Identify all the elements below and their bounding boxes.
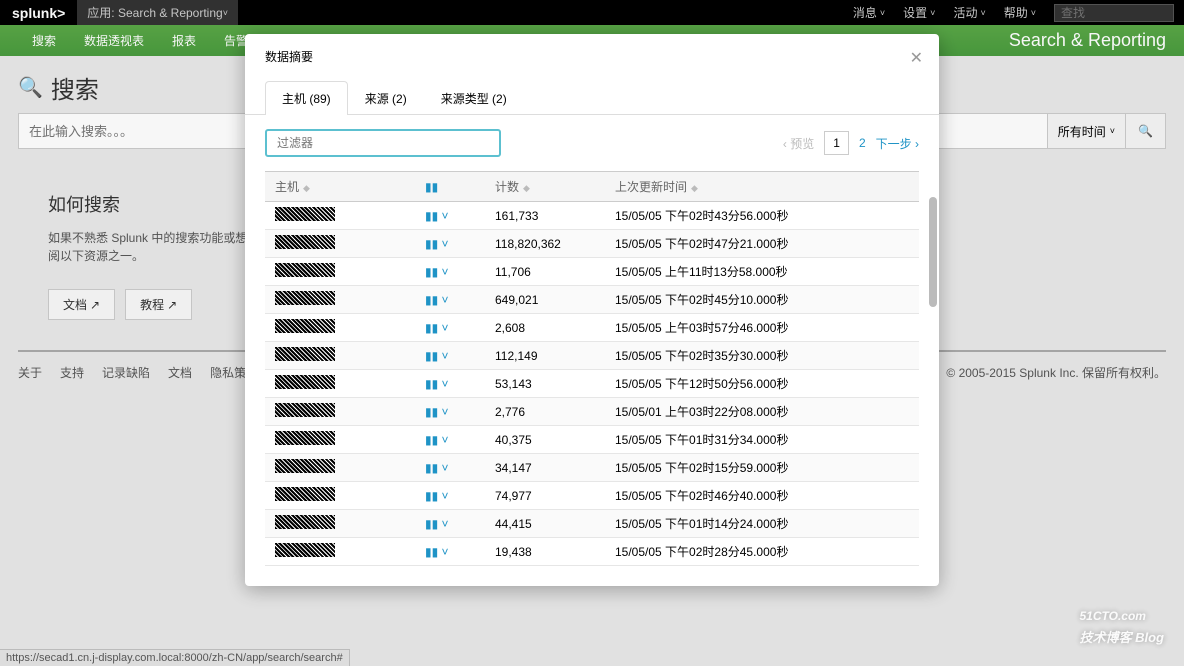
- count-cell: 112,149: [485, 342, 605, 370]
- table-row[interactable]: ▮▮ ˅ 44,41515/05/05 下午01时14分24.000秒: [265, 510, 919, 538]
- sort-icon: ◆: [523, 183, 530, 193]
- col-host[interactable]: 主机◆: [265, 172, 415, 202]
- sparkline-icon[interactable]: ▮▮ ˅: [425, 545, 449, 559]
- table-row[interactable]: ▮▮ ˅ 11,70615/05/05 上午11时13分58.000秒: [265, 258, 919, 286]
- pager-page-2[interactable]: 2: [859, 136, 866, 150]
- table-row[interactable]: ▮▮ ˅ 649,02115/05/05 下午02时45分10.000秒: [265, 286, 919, 314]
- updated-cell: 15/05/05 下午12时50分56.000秒: [605, 370, 919, 398]
- count-cell: 2,776: [485, 398, 605, 426]
- updated-cell: 15/05/05 下午02时35分30.000秒: [605, 342, 919, 370]
- count-cell: 649,021: [485, 286, 605, 314]
- count-cell: 74,977: [485, 482, 605, 510]
- count-cell: 11,706: [485, 258, 605, 286]
- sparkline-icon[interactable]: ▮▮ ˅: [425, 293, 449, 307]
- tab-sources[interactable]: 来源 (2): [348, 81, 424, 115]
- updated-cell: 15/05/05 上午11时13分58.000秒: [605, 258, 919, 286]
- sort-icon: ◆: [691, 183, 698, 193]
- host-cell: [275, 291, 335, 305]
- pager: ‹ 预览 1 2 下一步 ›: [783, 131, 919, 155]
- sparkline-icon[interactable]: ▮▮ ˅: [425, 461, 449, 475]
- sparkline-icon[interactable]: ▮▮ ˅: [425, 489, 449, 503]
- count-cell: 40,375: [485, 426, 605, 454]
- table-row[interactable]: ▮▮ ˅ 118,820,36215/05/05 下午02时47分21.000秒: [265, 230, 919, 258]
- host-cell: [275, 319, 335, 333]
- host-cell: [275, 235, 335, 249]
- table-row[interactable]: ▮▮ ˅ 53,14315/05/05 下午12时50分56.000秒: [265, 370, 919, 398]
- updated-cell: 15/05/05 下午02时47分21.000秒: [605, 230, 919, 258]
- table-row[interactable]: ▮▮ ˅ 2,60815/05/05 上午03时57分46.000秒: [265, 314, 919, 342]
- sparkline-icon[interactable]: ▮▮ ˅: [425, 321, 449, 335]
- sparkline-icon[interactable]: ▮▮ ˅: [425, 517, 449, 531]
- modal-title: 数据摘要: [265, 50, 313, 64]
- updated-cell: 15/05/05 下午02时15分59.000秒: [605, 454, 919, 482]
- host-cell: [275, 207, 335, 221]
- host-cell: [275, 543, 335, 557]
- host-cell: [275, 347, 335, 361]
- pager-prev[interactable]: ‹ 预览: [783, 135, 814, 152]
- host-cell: [275, 263, 335, 277]
- sparkline-icon[interactable]: ▮▮ ˅: [425, 265, 449, 279]
- col-updated[interactable]: 上次更新时间◆: [605, 172, 919, 202]
- updated-cell: 15/05/05 下午01时31分34.000秒: [605, 426, 919, 454]
- count-cell: 118,820,362: [485, 230, 605, 258]
- count-cell: 44,415: [485, 510, 605, 538]
- modal-header: 数据摘要 ✕: [245, 34, 939, 80]
- watermark: 51CTO.com 技术博客 Blog: [1080, 595, 1165, 646]
- host-cell: [275, 487, 335, 501]
- count-cell: 161,733: [485, 202, 605, 230]
- updated-cell: 15/05/05 下午02时28分45.000秒: [605, 538, 919, 566]
- updated-cell: 15/05/05 上午03时57分46.000秒: [605, 314, 919, 342]
- filter-input[interactable]: [265, 129, 501, 157]
- table-row[interactable]: ▮▮ ˅ 19,43815/05/05 下午02时28分45.000秒: [265, 538, 919, 566]
- tab-hosts[interactable]: 主机 (89): [265, 81, 348, 115]
- status-bar: https://secad1.cn.j-display.com.local:80…: [0, 649, 350, 666]
- count-cell: 53,143: [485, 370, 605, 398]
- col-spark[interactable]: ▮▮: [415, 172, 485, 202]
- close-icon[interactable]: ✕: [910, 48, 923, 68]
- sparkline-icon[interactable]: ▮▮ ˅: [425, 405, 449, 419]
- tab-sourcetypes[interactable]: 来源类型 (2): [424, 81, 524, 115]
- sparkline-icon[interactable]: ▮▮ ˅: [425, 377, 449, 391]
- updated-cell: 15/05/01 上午03时22分08.000秒: [605, 398, 919, 426]
- sparkline-icon[interactable]: ▮▮ ˅: [425, 349, 449, 363]
- scrollbar[interactable]: [929, 197, 937, 307]
- sparkline-icon[interactable]: ▮▮ ˅: [425, 433, 449, 447]
- count-cell: 19,438: [485, 538, 605, 566]
- col-count[interactable]: 计数◆: [485, 172, 605, 202]
- sort-icon: ◆: [303, 183, 310, 193]
- sparkline-icon[interactable]: ▮▮ ˅: [425, 209, 449, 223]
- host-cell: [275, 431, 335, 445]
- count-cell: 2,608: [485, 314, 605, 342]
- bar-chart-icon: ▮▮: [425, 180, 438, 194]
- host-cell: [275, 459, 335, 473]
- host-cell: [275, 403, 335, 417]
- count-cell: 34,147: [485, 454, 605, 482]
- data-summary-modal: 数据摘要 ✕ 主机 (89) 来源 (2) 来源类型 (2) ‹ 预览 1 2 …: [245, 34, 939, 586]
- updated-cell: 15/05/05 下午02时43分56.000秒: [605, 202, 919, 230]
- host-cell: [275, 375, 335, 389]
- table-row[interactable]: ▮▮ ˅ 112,14915/05/05 下午02时35分30.000秒: [265, 342, 919, 370]
- sparkline-icon[interactable]: ▮▮ ˅: [425, 237, 449, 251]
- pager-next[interactable]: 下一步 ›: [876, 135, 919, 152]
- pager-page-1[interactable]: 1: [824, 131, 849, 155]
- updated-cell: 15/05/05 下午02时45分10.000秒: [605, 286, 919, 314]
- host-cell: [275, 515, 335, 529]
- table-row[interactable]: ▮▮ ˅ 2,77615/05/01 上午03时22分08.000秒: [265, 398, 919, 426]
- updated-cell: 15/05/05 下午01时14分24.000秒: [605, 510, 919, 538]
- table-row[interactable]: ▮▮ ˅ 161,73315/05/05 下午02时43分56.000秒: [265, 202, 919, 230]
- modal-overlay: 数据摘要 ✕ 主机 (89) 来源 (2) 来源类型 (2) ‹ 预览 1 2 …: [0, 0, 1184, 666]
- data-table: 主机◆ ▮▮ 计数◆ 上次更新时间◆ ▮▮ ˅161,73315/05/05 下…: [265, 171, 919, 566]
- updated-cell: 15/05/05 下午02时46分40.000秒: [605, 482, 919, 510]
- table-row[interactable]: ▮▮ ˅ 74,97715/05/05 下午02时46分40.000秒: [265, 482, 919, 510]
- table-row[interactable]: ▮▮ ˅ 34,14715/05/05 下午02时15分59.000秒: [265, 454, 919, 482]
- table-row[interactable]: ▮▮ ˅ 40,37515/05/05 下午01时31分34.000秒: [265, 426, 919, 454]
